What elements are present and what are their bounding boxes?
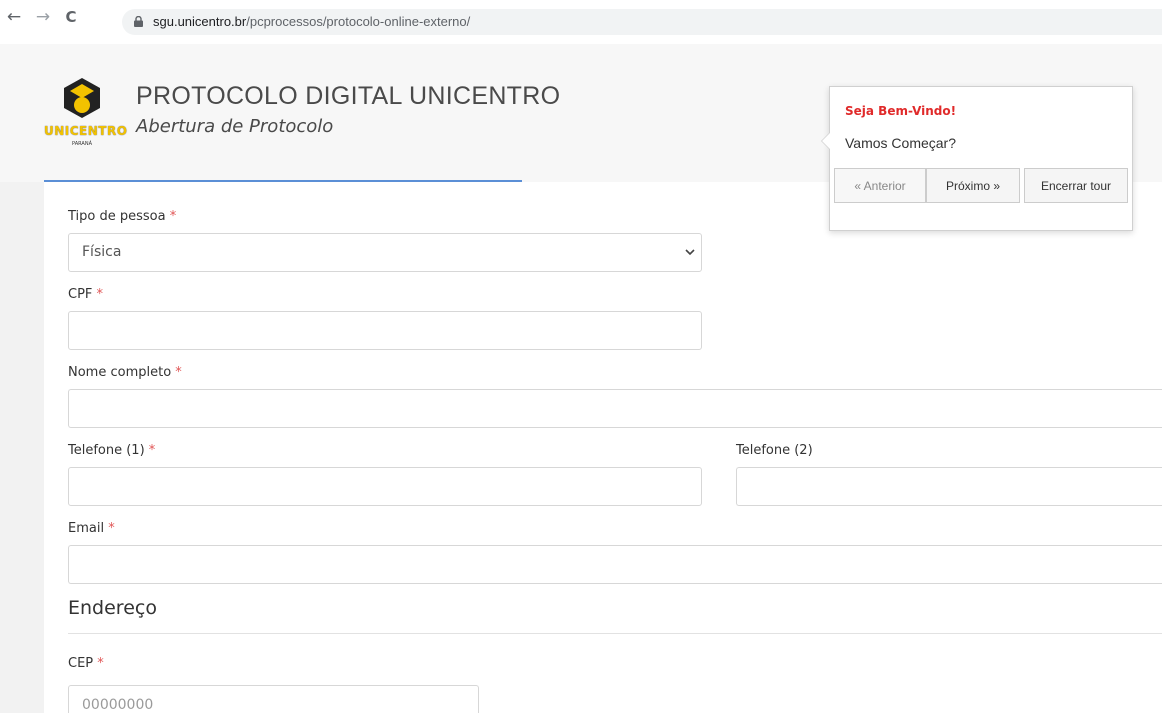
page: UNICENTRO PARANÁ PROTOCOLO DIGITAL UNICE… [0, 44, 1162, 713]
page-subtitle: Abertura de Protocolo [136, 116, 334, 137]
required-mark: * [175, 365, 182, 380]
nome-completo-input[interactable] [68, 389, 1162, 428]
url-host: sgu.unicentro.br [153, 14, 247, 29]
section-divider [68, 633, 1162, 634]
telefone2-input[interactable] [736, 467, 1162, 506]
cep-label-text: CEP [68, 656, 94, 671]
email-label: Email * [68, 521, 115, 536]
unicentro-logo: UNICENTRO PARANÁ [44, 76, 128, 150]
telefone1-label: Telefone (1) * [68, 443, 155, 458]
address-bar[interactable]: sgu.unicentro.br/pcprocessos/protocolo-o… [122, 9, 1162, 35]
browser-toolbar: ← → C sgu.unicentro.br/pcprocessos/proto… [0, 0, 1162, 44]
lock-icon [134, 16, 143, 27]
nome-label: Nome completo * [68, 365, 182, 380]
tour-prev-button[interactable]: « Anterior [834, 168, 926, 203]
tour-button-group: « Anterior Próximo » Encerrar tour [830, 168, 1132, 208]
required-mark: * [97, 656, 104, 671]
telefone2-label-text: Telefone (2) [736, 443, 813, 458]
cpf-label-text: CPF [68, 287, 93, 302]
logo-subtext: PARANÁ [72, 141, 92, 147]
email-label-text: Email [68, 521, 105, 536]
active-tab-indicator [44, 180, 522, 182]
url-path: /pcprocessos/protocolo-online-externo/ [246, 14, 471, 29]
tour-end-button[interactable]: Encerrar tour [1024, 168, 1128, 203]
telefone1-label-text: Telefone (1) [68, 443, 145, 458]
required-mark: * [148, 443, 156, 458]
chevron-down-icon [685, 249, 695, 256]
reload-icon[interactable]: C [61, 6, 81, 28]
tour-title: Seja Bem-Vindo! [845, 104, 957, 118]
telefone1-input[interactable] [68, 467, 702, 506]
required-mark: * [169, 209, 177, 224]
back-icon[interactable]: ← [4, 6, 24, 28]
tipo-pessoa-select[interactable]: Física [68, 233, 702, 272]
forward-icon[interactable]: → [33, 6, 53, 28]
cep-label: CEP * [68, 656, 104, 671]
tipo-pessoa-value: Física [82, 244, 122, 260]
cpf-label: CPF * [68, 287, 103, 302]
page-title: PROTOCOLO DIGITAL UNICENTRO [136, 82, 561, 110]
logo-emblem-icon [64, 78, 100, 118]
tour-next-button[interactable]: Próximo » [926, 168, 1020, 203]
required-mark: * [96, 287, 104, 302]
cep-input[interactable]: 00000000 [68, 685, 479, 713]
left-gutter [0, 182, 44, 713]
popover-arrow-inner [822, 133, 830, 149]
telefone2-label: Telefone (2) [736, 443, 813, 458]
logo-wordmark: UNICENTRO [44, 124, 128, 138]
required-mark: * [108, 521, 115, 536]
tipo-pessoa-label: Tipo de pessoa * [68, 209, 176, 224]
endereco-section-title: Endereço [68, 597, 157, 619]
email-input[interactable] [68, 545, 1162, 584]
tour-popover: Seja Bem-Vindo! Vamos Começar? « Anterio… [821, 86, 1133, 231]
tour-content: Vamos Começar? [845, 135, 957, 151]
nome-label-text: Nome completo [68, 365, 172, 380]
url-text: sgu.unicentro.br/pcprocessos/protocolo-o… [153, 14, 470, 29]
tipo-pessoa-label-text: Tipo de pessoa [68, 209, 166, 224]
cpf-input[interactable] [68, 311, 702, 350]
